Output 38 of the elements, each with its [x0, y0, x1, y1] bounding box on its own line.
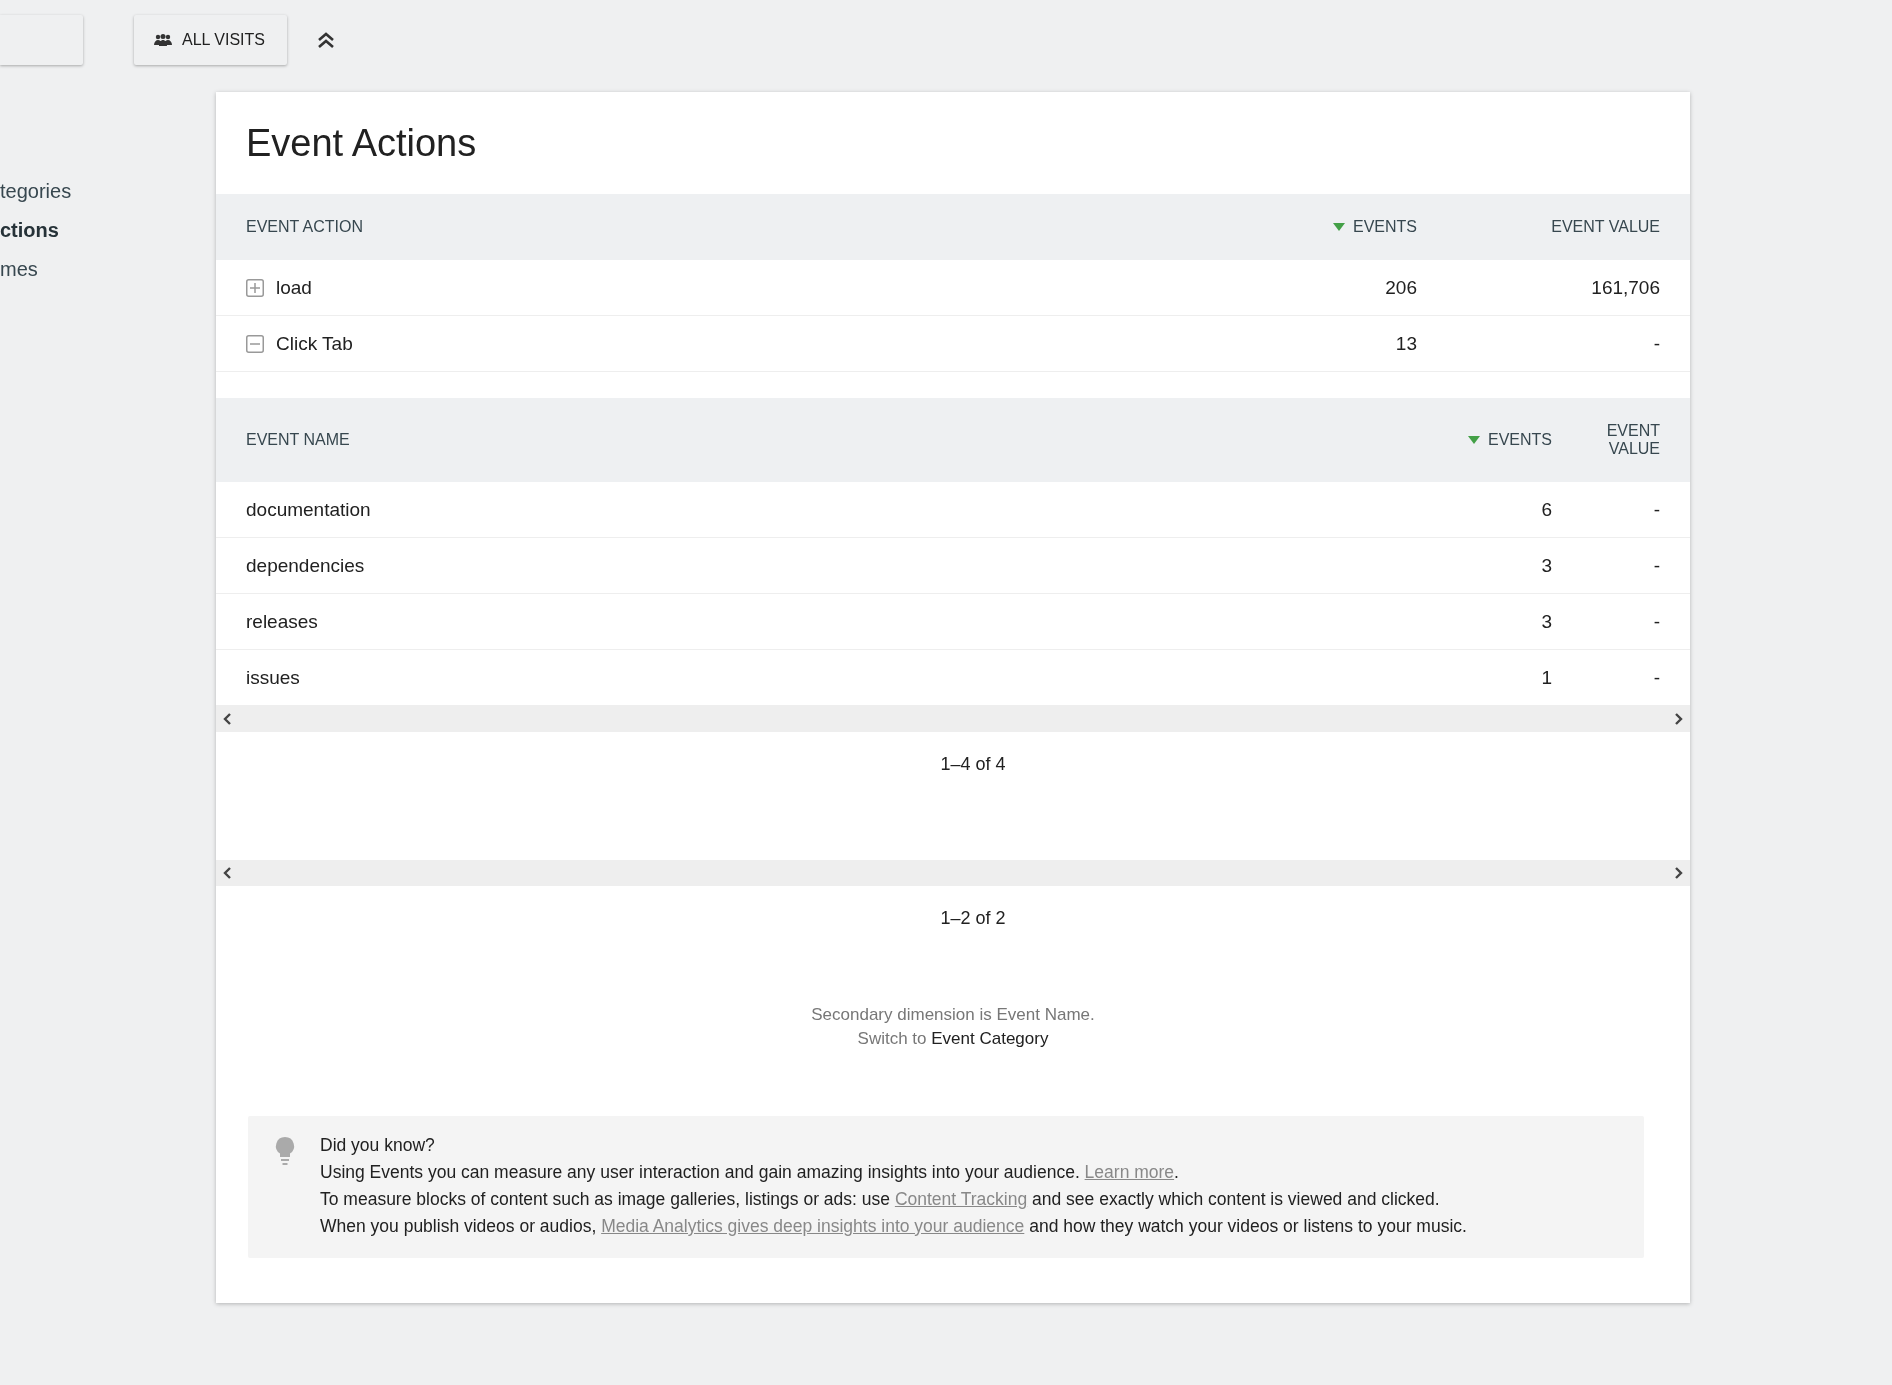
sidebar-item[interactable]: mes — [0, 250, 216, 289]
table-cell-text: - — [1652, 666, 1661, 689]
table-cell: documentation — [246, 498, 371, 521]
table-cell: issues — [246, 666, 300, 689]
row-label[interactable]: Click Tab — [276, 332, 353, 355]
column-header[interactable]: EVENTS — [1488, 431, 1552, 449]
table-cell-text: - — [1652, 332, 1661, 355]
table-cell-text: 206 — [1384, 276, 1417, 299]
segment-button[interactable]: ALL VISITS — [134, 15, 287, 65]
tip-text: When you publish videos or audios, Media Analytics gives deep insights into your audience and how they watch your videos or listens to your music. — [320, 1215, 1467, 1238]
tip-text: Using Events you can measure any user interaction and gain amazing insights into your audience. Learn more. — [320, 1161, 1180, 1184]
table-cell-text: - — [1652, 498, 1661, 521]
column-header[interactable]: EVENT VALUE — [1600, 422, 1660, 458]
tip-text: To measure blocks of content such as image galleries, listings or ads: use Content Tracking and see exactly which content is viewed and clicked. — [320, 1188, 1441, 1211]
sidebar-item[interactable]: ctions — [0, 211, 216, 250]
report-title: Event Actions — [245, 120, 478, 166]
table-cell-text: - — [1652, 554, 1661, 577]
table-cell: 6 — [1541, 498, 1552, 521]
column-header[interactable]: EVENT ACTION — [246, 218, 364, 236]
table-cell: 1 — [1541, 666, 1552, 689]
table-cell: 3 — [1541, 610, 1552, 633]
column-header[interactable]: EVENT NAME — [246, 431, 350, 449]
tip-heading: Did you know? — [320, 1134, 436, 1157]
switch-dimension-link[interactable]: Event Category — [931, 1029, 1049, 1048]
table-cell: 3 — [1541, 554, 1552, 577]
column-header[interactable]: EVENT VALUE — [1551, 218, 1660, 236]
row-label[interactable]: load — [276, 276, 312, 299]
secondary-dimension-text: Secondary dimension is Event Name. — [811, 1004, 1095, 1026]
table-cell-text: 13 — [1394, 332, 1417, 355]
sidebar-item[interactable]: tegories — [0, 172, 216, 211]
pagination-text: 1–2 of 2 — [940, 908, 1006, 930]
switch-label: Switch to — [857, 1029, 927, 1048]
column-header[interactable]: EVENTS — [1353, 218, 1417, 236]
table-cell-text: 161,706 — [1590, 276, 1661, 299]
table-cell: releases — [246, 610, 318, 633]
pagination-text: 1–4 of 4 — [940, 754, 1006, 776]
table-cell: dependencies — [246, 554, 365, 577]
table-cell-text: - — [1652, 610, 1661, 633]
